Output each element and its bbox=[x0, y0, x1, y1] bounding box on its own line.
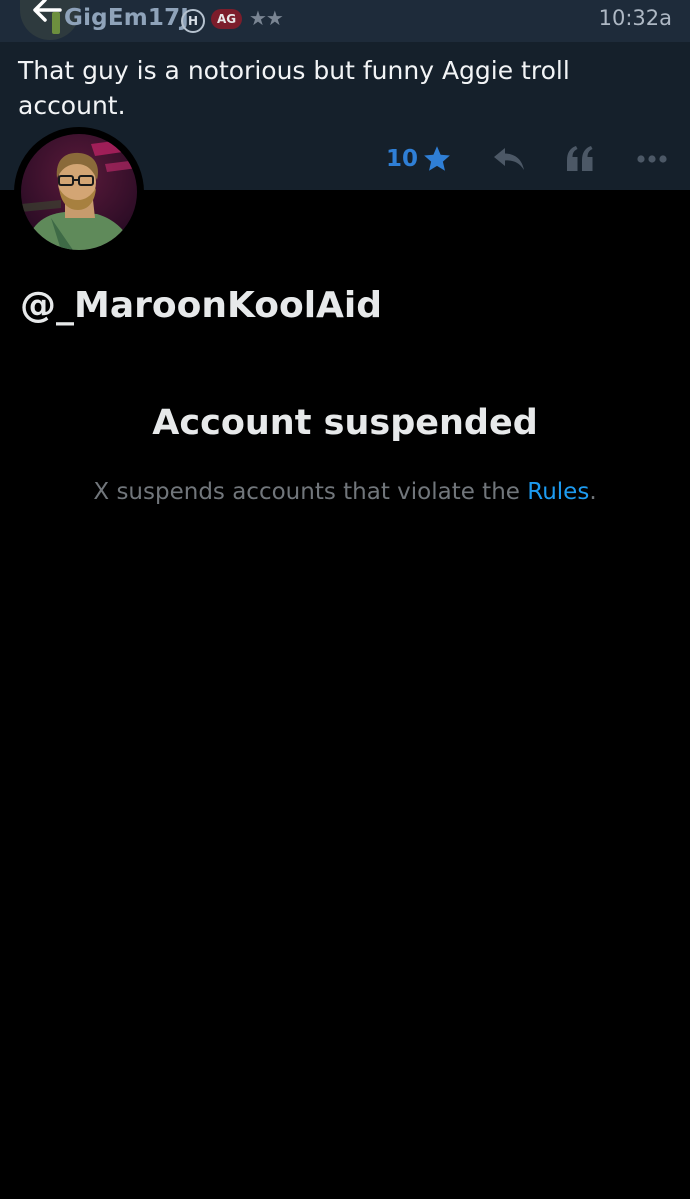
post-text: That guy is a notorious but funny Aggie … bbox=[18, 56, 570, 120]
rules-link[interactable]: Rules bbox=[527, 479, 589, 505]
badge-h: H bbox=[181, 9, 205, 33]
rank-stars: ★★ bbox=[249, 6, 284, 30]
quote-icon[interactable] bbox=[565, 145, 595, 173]
back-arrow-icon[interactable] bbox=[30, 0, 66, 26]
avatar-photo bbox=[21, 134, 137, 250]
page: GigEm17J H AG ★★ 10:32a That guy is a no… bbox=[0, 0, 690, 1199]
suspended-description-period: . bbox=[589, 479, 597, 505]
reply-icon[interactable] bbox=[492, 146, 526, 172]
star-icon[interactable] bbox=[422, 144, 452, 174]
post-header: GigEm17J H AG ★★ 10:32a bbox=[0, 0, 690, 42]
more-dots-icon[interactable] bbox=[636, 154, 668, 164]
suspended-description: X suspends accounts that violate the Rul… bbox=[0, 479, 690, 505]
like-count[interactable]: 10 bbox=[386, 146, 418, 172]
profile-avatar[interactable] bbox=[14, 127, 144, 257]
post-author-username[interactable]: GigEm17J bbox=[64, 5, 189, 31]
badge-ag: AG bbox=[211, 9, 243, 29]
post-timestamp: 10:32a bbox=[598, 6, 672, 30]
suspended-description-text: X suspends accounts that violate the bbox=[93, 479, 528, 505]
suspended-title: Account suspended bbox=[152, 403, 538, 443]
profile-handle[interactable]: @_MaroonKoolAid bbox=[20, 285, 382, 326]
